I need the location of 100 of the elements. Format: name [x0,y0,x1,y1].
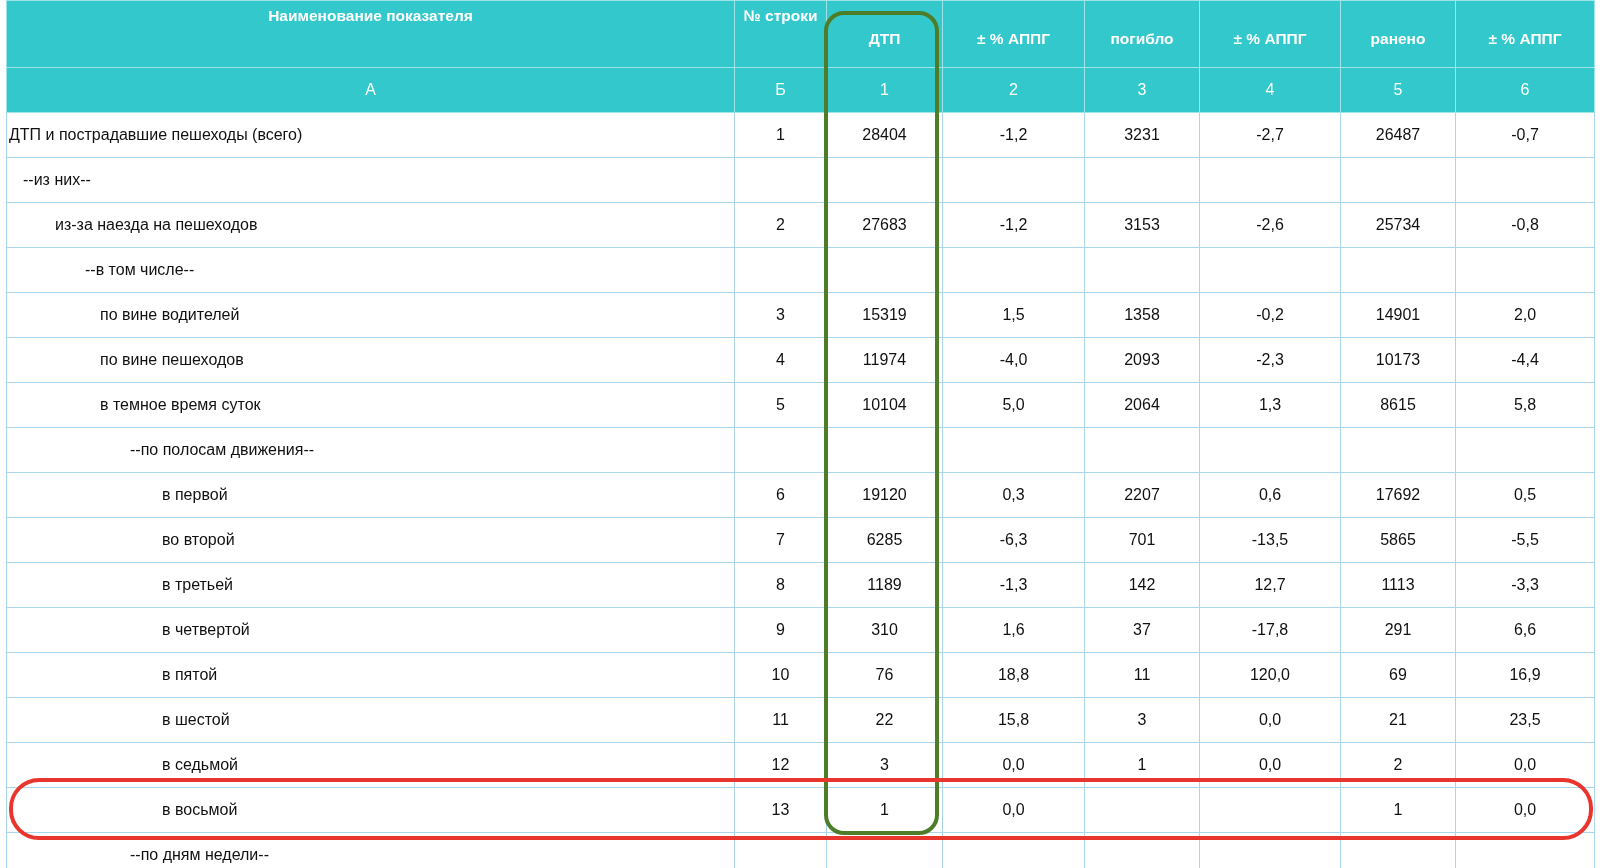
column-header: № строки [734,0,827,68]
table-cell: 18,8 [942,652,1085,698]
table-cell: 8615 [1340,382,1456,428]
table-cell: 17692 [1340,472,1456,518]
table-cell: 12,7 [1199,562,1341,608]
table-cell: -2,6 [1199,202,1341,248]
table-cell: 2,0 [1455,292,1595,338]
table-cell: 1,6 [942,607,1085,653]
table-cell: 2093 [1084,337,1200,383]
table-cell: 10104 [826,382,943,428]
table-cell: -0,7 [1455,112,1595,158]
table-cell: 6,6 [1455,607,1595,653]
table-cell: 15319 [826,292,943,338]
table-cell: 1,5 [942,292,1085,338]
table-cell: 11 [1084,652,1200,698]
table-cell: 10173 [1340,337,1456,383]
table-cell: -17,8 [1199,607,1341,653]
table-cell: 1189 [826,562,943,608]
table-cell: 310 [826,607,943,653]
table-cell: 3231 [1084,112,1200,158]
table-cell: --из них-- [6,157,735,203]
table-cell: 76 [826,652,943,698]
table-cell: 701 [1084,517,1200,563]
column-code: А [6,67,735,113]
table-cell: 1,3 [1199,382,1341,428]
table-cell: -0,2 [1199,292,1341,338]
table-cell: во второй [6,517,735,563]
table-cell: 5,8 [1455,382,1595,428]
table-cell: 1 [1084,742,1200,788]
table-cell: 0,0 [942,787,1085,833]
table-cell: 3 [1084,697,1200,743]
table-cell: -0,8 [1455,202,1595,248]
table-cell: -3,3 [1455,562,1595,608]
table-cell: 3153 [1084,202,1200,248]
table-cell: -2,3 [1199,337,1341,383]
table-cell: в восьмой [6,787,735,833]
table-cell: -1,2 [942,202,1085,248]
column-code: 6 [1455,67,1595,113]
table-cell: -4,4 [1455,337,1595,383]
table-cell: 23,5 [1455,697,1595,743]
table-cell: 25734 [1340,202,1456,248]
table-cell: 0,3 [942,472,1085,518]
table-cell: по вине пешеходов [6,337,735,383]
table-cell: 0,6 [1199,472,1341,518]
table-cell: 0,5 [1455,472,1595,518]
table-cell: 1358 [1084,292,1200,338]
table-cell: 6285 [826,517,943,563]
column-header: погибло [1084,0,1200,68]
table-cell: 0,0 [1199,697,1341,743]
column-header: ± % АППГ [942,0,1085,68]
table-cell: 27683 [826,202,943,248]
table-cell: 142 [1084,562,1200,608]
table-cell: 120,0 [1199,652,1341,698]
column-code: 2 [942,67,1085,113]
table-cell: в шестой [6,697,735,743]
table-cell: 2207 [1084,472,1200,518]
table-cell: -5,5 [1455,517,1595,563]
table-cell: ДТП и пострадавшие пешеходы (всего) [6,112,735,158]
table-cell: 1113 [1340,562,1456,608]
table-cell: 22 [826,697,943,743]
table-cell: 14901 [1340,292,1456,338]
table-cell: 28404 [826,112,943,158]
table-cell: 15,8 [942,697,1085,743]
table-cell: 5,0 [942,382,1085,428]
table-cell: -6,3 [942,517,1085,563]
table-cell: --по дням недели-- [6,832,735,868]
table-cell: 0,0 [1455,787,1595,833]
table-cell: по вине водителей [6,292,735,338]
table-cell: в первой [6,472,735,518]
table-cell: 26487 [1340,112,1456,158]
table-cell: --по полосам движения-- [6,427,735,473]
table-cell: 0,0 [942,742,1085,788]
table-cell: 37 [1084,607,1200,653]
table-cell: 3 [826,742,943,788]
table-cell: из-за наезда на пешеходов [6,202,735,248]
table-cell: 291 [1340,607,1456,653]
column-code: 1 [826,67,943,113]
column-code: Б [734,67,827,113]
table-cell: -13,5 [1199,517,1341,563]
column-code: 4 [1199,67,1341,113]
table-cell: 0,0 [1455,742,1595,788]
table-cell: в седьмой [6,742,735,788]
table-cell: 16,9 [1455,652,1595,698]
table-cell: в четвертой [6,607,735,653]
column-header: Наименование показателя [6,0,735,68]
table-cell: 5865 [1340,517,1456,563]
table-cell: 2 [1340,742,1456,788]
table-cell: 1 [1340,787,1456,833]
table-cell: 69 [1340,652,1456,698]
column-header: ДТП [826,0,943,68]
table-cell: --в том числе-- [6,247,735,293]
table-cell: -1,2 [942,112,1085,158]
table-cell: 0,0 [1199,742,1341,788]
table-cell: 21 [1340,697,1456,743]
column-code: 3 [1084,67,1200,113]
table-cell: -2,7 [1199,112,1341,158]
column-header: ± % АППГ [1199,0,1341,68]
column-header: ранено [1340,0,1456,68]
table-cell: 11974 [826,337,943,383]
table-cell: в третьей [6,562,735,608]
